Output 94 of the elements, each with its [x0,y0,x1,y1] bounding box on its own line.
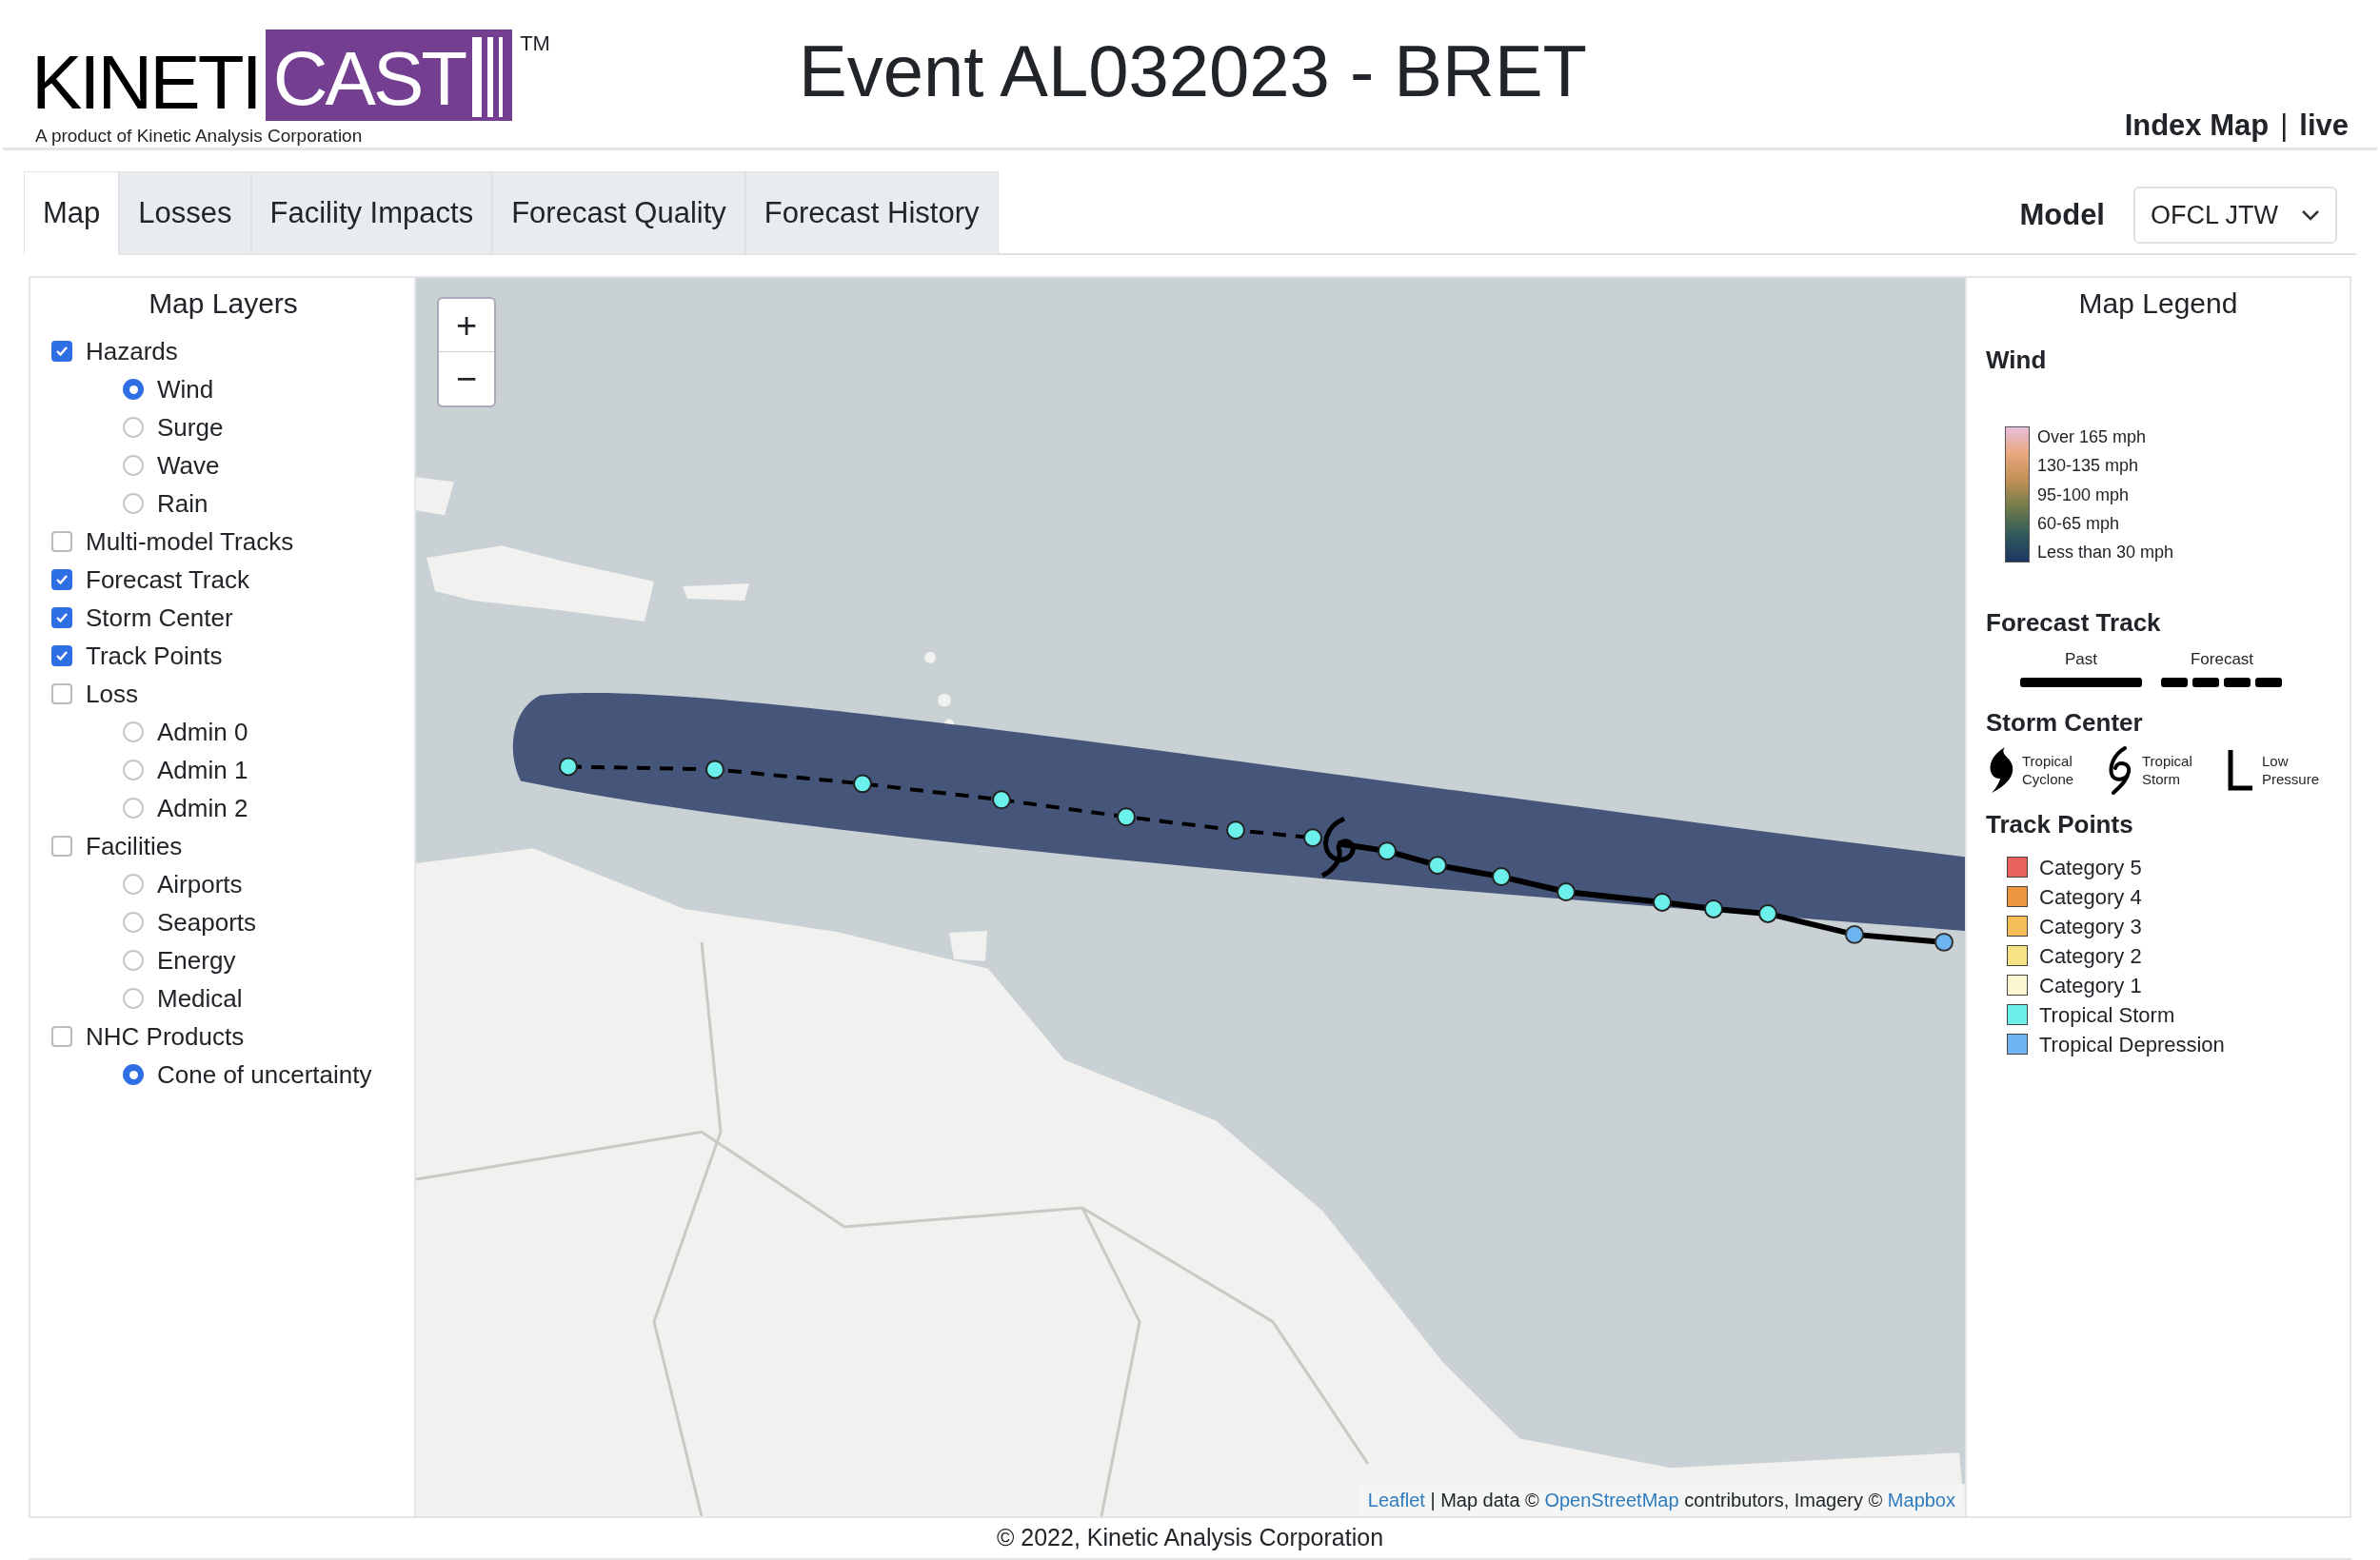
layer-option-label: Energy [157,944,236,977]
model-select[interactable]: OFCL JTW [2133,187,2337,244]
scale-label: Less than 30 mph [2037,542,2174,563]
layer-option-label: Wave [157,449,220,482]
dashed-line-icon [2161,677,2283,687]
layer-label: Track Points [86,640,223,672]
separator: | [2280,107,2289,144]
line-label: Past [2065,649,2097,670]
storm-label: Low Pressure [2262,751,2321,788]
layer-option-label: Rain [157,487,208,520]
attribution-text: | Map data © [1429,1489,1540,1512]
header-link[interactable]: Index Map [2124,103,2270,148]
model-label: Model [2019,196,2105,233]
layer-option-label: Medical [157,982,243,1015]
layer-option-label: Admin 0 [157,716,248,748]
header-link[interactable]: live [2299,103,2349,148]
scale-label: 130-135 mph [2037,455,2140,477]
layer-label: Multi-model Tracks [86,525,294,558]
layer-label: Loss [86,678,138,710]
page-title: Event AL032023 - BRET [798,31,1588,111]
attribution-link[interactable]: Mapbox [1887,1486,1955,1514]
section-title: Wind [1986,345,2048,376]
layer-option-label: Admin 2 [157,792,248,824]
checkbox[interactable] [51,569,72,590]
layer-label: NHC Products [86,1020,245,1053]
panel-title: Map Legend [2077,286,2239,321]
swatch-label: Category 1 [2039,972,2142,999]
checkbox[interactable] [51,645,72,666]
radio-button[interactable] [123,493,144,514]
radio-button[interactable] [123,760,144,780]
swatch-label: Tropical Depression [2039,1031,2225,1058]
radio-button[interactable] [123,950,144,971]
checkmark-icon [55,649,69,662]
checkmark-icon [55,573,69,586]
radio-button[interactable] [123,455,144,476]
layer-option-label: Cone of uncertainty [157,1058,372,1091]
layer-option-label: Wind [157,373,214,405]
radio-button[interactable] [123,988,144,1009]
tab[interactable]: Forecast History [744,171,999,255]
layer-label: Hazards [86,335,178,367]
bars-icon [472,37,504,117]
zoom-out-button[interactable]: − [439,352,494,405]
tab[interactable]: Forecast Quality [492,171,745,255]
checkbox[interactable] [51,531,72,552]
checkmark-icon [55,345,69,358]
layer-option-label: Admin 1 [157,754,248,786]
trademark: TM [520,30,550,57]
section-title: Storm Center [1986,706,2144,739]
swatch-label: Tropical Storm [2039,1001,2175,1029]
scale-label: Over 165 mph [2037,426,2148,447]
radio-button[interactable] [123,721,144,742]
layer-option-label: Surge [157,411,224,444]
line-label: Forecast [2190,649,2254,670]
storm-label: Tropical Storm [2142,751,2193,788]
attribution-link[interactable]: OpenStreetMap [1544,1486,1679,1514]
layer-label: Facilities [86,830,183,862]
radio-button[interactable] [123,798,144,819]
swatch-label: Category 5 [2039,854,2142,881]
checkbox[interactable] [51,341,72,362]
layer-label: Storm Center [86,602,233,634]
layer-option-label: Airports [157,868,243,900]
checkbox[interactable] [51,836,72,857]
checkmark-icon [55,611,69,624]
footer-text: © 2022, Kinetic Analysis Corporation [996,1523,1384,1552]
scale-label: 60-65 mph [2037,512,2121,534]
radio-button[interactable] [123,417,144,438]
zoom-in-button[interactable]: + [439,299,494,352]
tab[interactable]: Facility Impacts [250,171,493,255]
radio-button[interactable] [123,874,144,895]
checkbox[interactable] [51,607,72,628]
layer-label: Forecast Track [86,563,249,596]
layer-option-label: Seaports [157,906,257,938]
scale-label: 95-100 mph [2037,484,2131,505]
attribution-link[interactable]: Leaflet [1367,1486,1425,1514]
storm-label: Tropical Cyclone [2022,751,2075,788]
radio-button[interactable] [123,912,144,933]
radio-button[interactable] [123,379,144,400]
section-title: Track Points [1986,808,2134,840]
panel-title: Map Layers [148,286,299,321]
section-title: Forecast Track [1986,607,2162,639]
checkbox[interactable] [51,683,72,704]
logo-text: KINETI [31,45,260,121]
swatch-label: Category 3 [2039,913,2142,940]
tagline: A product of Kinetic Analysis Corporation [35,125,364,148]
low-pressure-icon [2226,747,2254,792]
attribution-text: contributors, Imagery © [1683,1489,1884,1512]
tab[interactable]: Map [24,171,120,255]
swatch-label: Category 2 [2039,942,2142,970]
checkbox[interactable] [51,1026,72,1047]
radio-button[interactable] [123,1064,144,1085]
swatch-label: Category 4 [2039,883,2142,911]
logo-text: CAST [272,41,466,117]
tab[interactable]: Losses [119,171,251,255]
chevron-down-icon [2301,208,2320,222]
